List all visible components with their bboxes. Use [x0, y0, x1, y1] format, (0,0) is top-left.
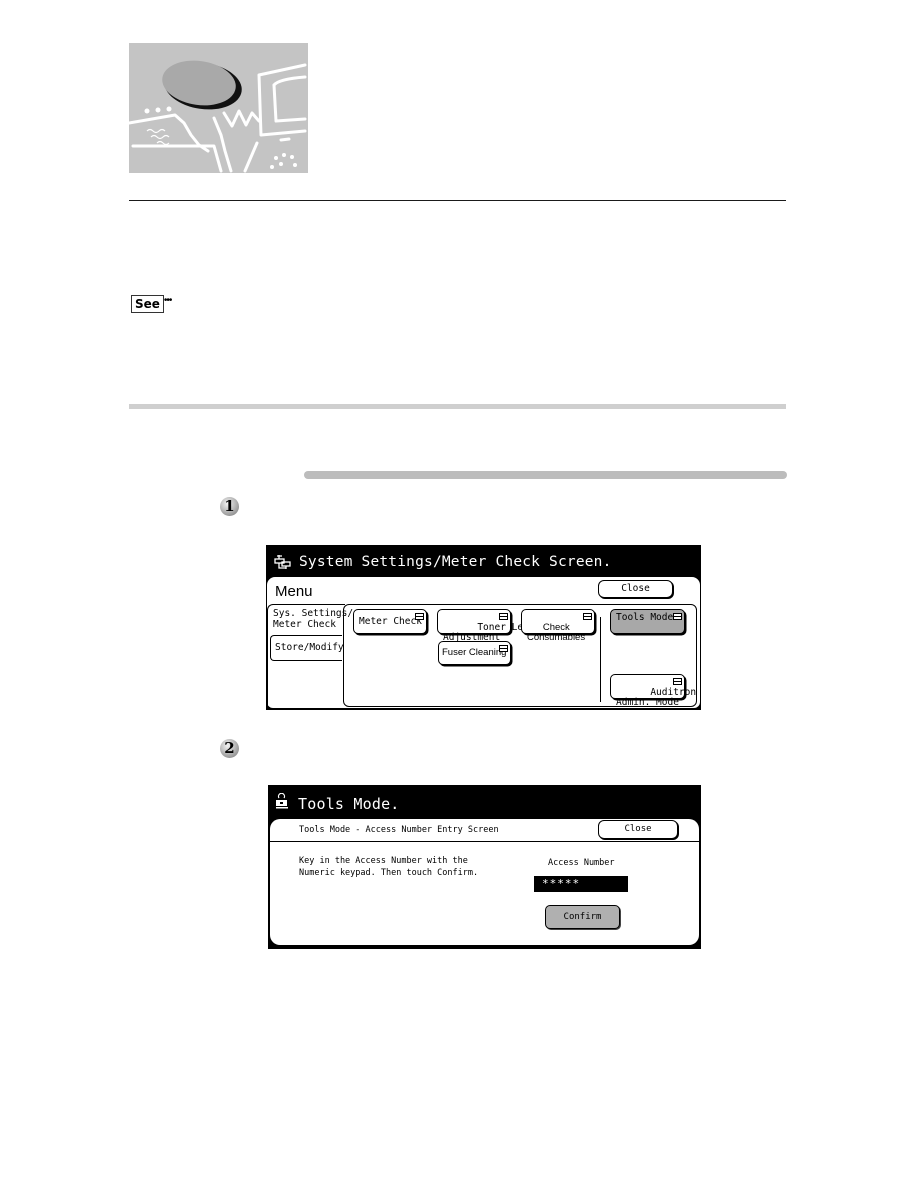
- submenu-flag-icon: [583, 613, 592, 620]
- access-number-label: Access Number: [548, 858, 615, 868]
- fuser-cleaning-button[interactable]: Fuser Cleaning: [438, 641, 511, 665]
- subsection-bar: [304, 471, 787, 479]
- meter-check-button[interactable]: Meter Check: [353, 609, 427, 634]
- step-marker-2: 2: [220, 739, 239, 758]
- tab-store-modify[interactable]: Store/Modify: [270, 635, 344, 661]
- section-divider: [129, 404, 786, 409]
- close-button[interactable]: Close: [598, 580, 673, 598]
- header-divider: [270, 841, 699, 842]
- tab-sys-settings-meter-check[interactable]: Sys. Settings/ Meter Check: [273, 608, 353, 630]
- access-number-field[interactable]: *****: [534, 876, 628, 892]
- tools-mode-screen: Tools Mode. Tools Mode - Access Number E…: [268, 785, 701, 949]
- submenu-flag-icon: [673, 678, 682, 685]
- submenu-flag-icon: [499, 645, 508, 652]
- submenu-flag-icon: [673, 613, 682, 620]
- see-reference-marker: See •••: [131, 295, 172, 313]
- column-separator: [600, 617, 601, 702]
- screen-title: Tools Mode.: [298, 795, 400, 813]
- submenu-flag-icon: [415, 613, 424, 620]
- header-rule: [129, 200, 786, 201]
- instruction-text: Key in the Access Number with the Numeri…: [299, 856, 479, 878]
- system-settings-screen: System Settings/Meter Check Screen. Menu…: [266, 545, 701, 710]
- step-marker-1: 1: [220, 497, 239, 516]
- submenu-flag-icon: [499, 613, 508, 620]
- screen-title: System Settings/Meter Check Screen.: [299, 554, 612, 570]
- check-consumables-button[interactable]: Check Consumables: [521, 609, 595, 643]
- close-button[interactable]: Close: [598, 820, 678, 839]
- menu-panel: Menu Close Sys. Settings/ Meter Check St…: [267, 577, 700, 708]
- toner-level-adjustment-button[interactable]: Toner Level Adjustment: [437, 609, 540, 643]
- confirm-button[interactable]: Confirm: [545, 905, 620, 929]
- menu-label: Menu: [275, 583, 313, 600]
- see-icon: See: [131, 295, 164, 313]
- auditron-admin-mode-button[interactable]: Auditron Admin. Mode: [610, 674, 696, 708]
- chapter-illustration: [129, 43, 308, 173]
- tools-mode-icon: [276, 793, 288, 809]
- system-settings-icon: [274, 555, 291, 569]
- access-entry-panel: Tools Mode - Access Number Entry Screen …: [270, 819, 699, 945]
- ellipsis-dots: •••: [163, 295, 172, 306]
- screen-subtitle: Tools Mode - Access Number Entry Screen: [299, 825, 499, 835]
- tools-mode-button[interactable]: Tools Mode: [610, 609, 685, 634]
